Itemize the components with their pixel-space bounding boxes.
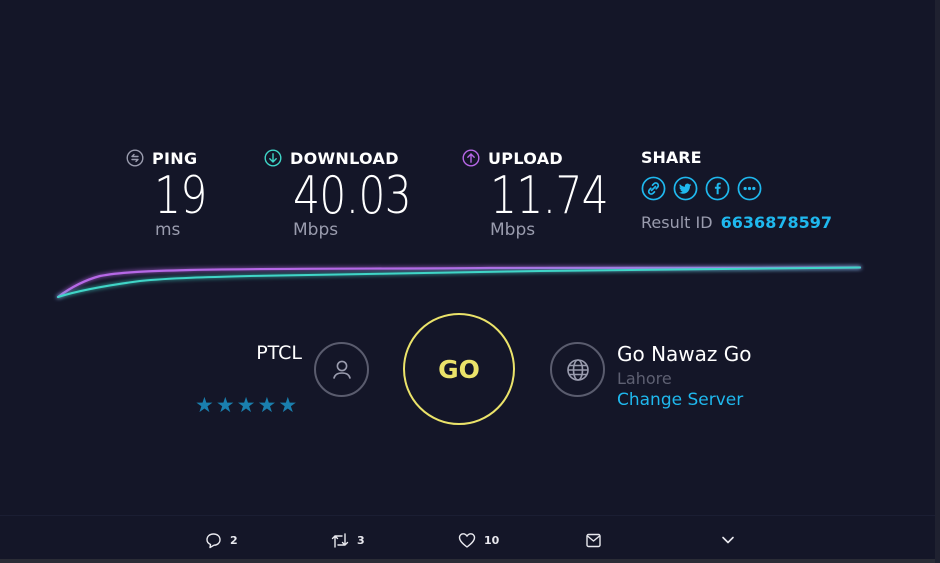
mail-icon <box>586 533 601 548</box>
ping-icon <box>126 149 144 167</box>
share-section: SHARE Result ID 6636878597 <box>641 148 832 232</box>
retweet-button[interactable]: 3 <box>331 532 365 549</box>
speedtest-result-panel: PING 19 ms DOWNLOAD 40.03 Mbps UPLOAD 11… <box>0 0 935 515</box>
server-location: Lahore <box>617 369 672 388</box>
result-id-link[interactable]: 6636878597 <box>721 213 832 232</box>
reply-icon <box>206 533 221 549</box>
retweet-icon <box>331 533 349 548</box>
bottom-strip <box>0 559 940 563</box>
server-info: Go Nawaz Go Lahore Change Server <box>617 342 752 410</box>
share-label: SHARE <box>641 148 702 167</box>
star-icon[interactable]: ★ <box>216 393 235 417</box>
result-id-label: Result ID <box>641 213 713 232</box>
result-id-row: Result ID 6636878597 <box>641 213 832 232</box>
user-icon-circle <box>314 342 369 397</box>
reply-button[interactable]: 2 <box>205 532 238 549</box>
go-button-label: GO <box>438 354 480 384</box>
download-value: 40.03 <box>293 166 412 226</box>
globe-icon <box>566 358 589 381</box>
reply-count: 2 <box>230 534 238 547</box>
change-server-link[interactable]: Change Server <box>617 390 752 410</box>
star-icon[interactable]: ★ <box>237 393 256 417</box>
twitter-icon[interactable] <box>673 176 698 201</box>
scrollbar-track[interactable] <box>935 0 940 563</box>
more-icon[interactable] <box>737 176 762 201</box>
upload-label: UPLOAD <box>488 148 563 168</box>
link-icon[interactable] <box>641 176 666 201</box>
server-name: Go Nawaz Go <box>617 342 752 366</box>
download-arrow-icon <box>264 149 282 167</box>
more-options-button[interactable] <box>720 532 736 548</box>
ping-value: 19 <box>154 166 207 226</box>
ping-metric: PING 19 ms <box>126 148 218 240</box>
heart-icon <box>458 533 476 548</box>
go-button[interactable]: GO <box>403 313 515 425</box>
download-label: DOWNLOAD <box>290 148 399 168</box>
star-icon[interactable]: ★ <box>278 393 297 417</box>
isp-info: PTCL <box>190 342 302 364</box>
speed-graph <box>56 266 862 299</box>
retweet-count: 3 <box>357 534 365 547</box>
ping-label: PING <box>152 148 198 168</box>
isp-name: PTCL <box>256 342 302 364</box>
like-count: 10 <box>484 534 500 547</box>
star-icon[interactable]: ★ <box>257 393 276 417</box>
download-speed-line <box>57 266 861 298</box>
star-icon[interactable]: ★ <box>195 393 214 417</box>
upload-arrow-icon <box>462 149 480 167</box>
tweet-action-bar: 2 3 10 <box>0 515 935 560</box>
user-icon <box>332 360 351 379</box>
upload-metric: UPLOAD 11.74 Mbps <box>462 148 634 240</box>
facebook-icon[interactable] <box>705 176 730 201</box>
upload-value: 11.74 <box>490 166 609 226</box>
direct-message-button[interactable] <box>585 532 602 549</box>
isp-rating[interactable]: ★ ★ ★ ★ ★ <box>195 393 297 417</box>
download-metric: DOWNLOAD 40.03 Mbps <box>264 148 437 240</box>
like-button[interactable]: 10 <box>458 532 499 549</box>
globe-icon-circle <box>550 342 605 397</box>
chevron-down-icon <box>722 536 734 544</box>
